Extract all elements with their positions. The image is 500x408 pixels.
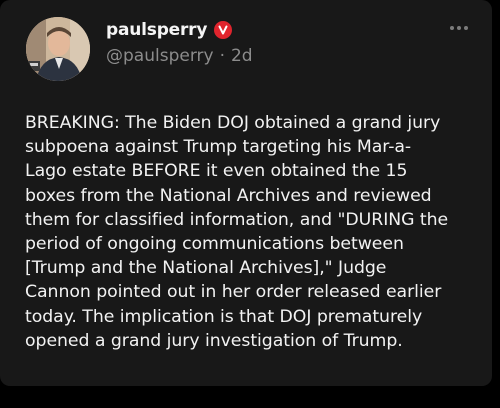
post-text-line: Cannon pointed out in her order released… xyxy=(25,282,442,303)
post-card: paulsperry @paulsperry · 2d BREAKING: Th… xyxy=(0,0,492,386)
post-text-line: [Trump and the National Archives]," Judg… xyxy=(25,258,387,279)
post-text-line: BREAKING: The Biden DOJ obtained a grand… xyxy=(25,113,441,133)
display-name[interactable]: paulsperry xyxy=(106,20,207,40)
handle-row: @paulsperry · 2d xyxy=(106,46,253,66)
more-options-icon[interactable] xyxy=(450,26,468,30)
post-text-line: opened a grand jury investigation of Tru… xyxy=(25,330,403,351)
post-text-line: subpoena against Trump targeting his Mar… xyxy=(25,137,412,158)
post-text: BREAKING: The Biden DOJ obtained a grand… xyxy=(25,111,473,353)
more-dot xyxy=(457,26,461,30)
more-dot xyxy=(464,26,468,30)
meta-separator: · xyxy=(219,46,225,66)
post-text-line: today. The implication is that DOJ prema… xyxy=(25,306,423,327)
author-handle[interactable]: @paulsperry xyxy=(106,46,214,66)
verified-badge-icon xyxy=(214,21,233,39)
post-text-line: Lago estate BEFORE it even obtained the … xyxy=(25,161,408,182)
avatar[interactable] xyxy=(26,17,90,81)
post-text-line: boxes from the National Archives and rev… xyxy=(25,185,432,206)
more-dot xyxy=(450,26,454,30)
post-text-line: them for classified information, and "DU… xyxy=(25,209,449,230)
avatar-photo xyxy=(26,17,90,81)
author-name-row: paulsperry xyxy=(106,20,233,40)
post-text-line: period of ongoing communications between xyxy=(25,234,404,255)
post-timestamp[interactable]: 2d xyxy=(231,46,253,66)
